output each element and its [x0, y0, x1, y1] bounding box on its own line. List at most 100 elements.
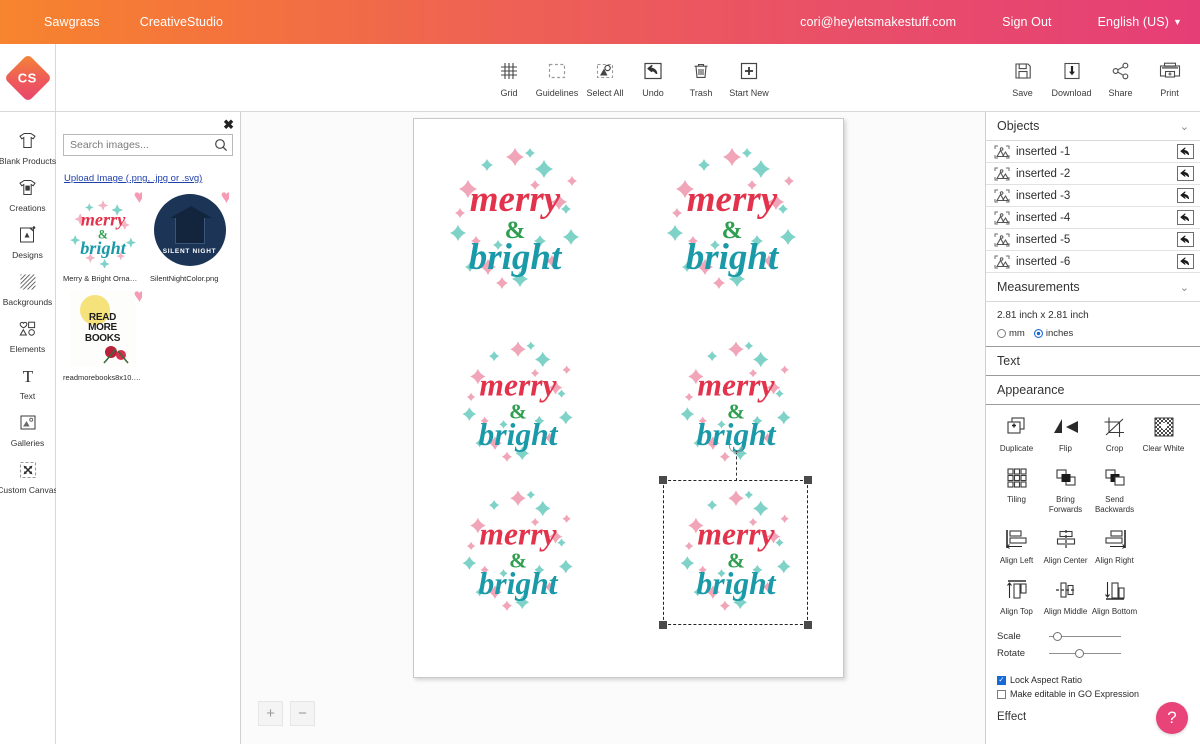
rotate-slider[interactable]	[1049, 648, 1121, 658]
sidebar-item-blank-products[interactable]: Blank Products	[0, 124, 56, 170]
app-link-creativestudio[interactable]: CreativeStudio	[140, 15, 223, 29]
toolbar-button-select-all[interactable]: Select All	[581, 52, 629, 98]
toolbar-button-guidelines[interactable]: Guidelines	[533, 52, 581, 98]
sidebar-item-galleries[interactable]: Galleries	[0, 406, 55, 452]
toolbar-button-print[interactable]: Print	[1145, 52, 1194, 98]
tool-align-bottom[interactable]: Align Bottom	[1090, 577, 1139, 617]
thumbnail-image[interactable]: SILENT NIGHT ♥	[150, 190, 229, 269]
language-selector[interactable]: English (US) ▼	[1098, 15, 1182, 29]
search-icon[interactable]	[210, 138, 232, 152]
rotate-slider-knob[interactable]	[1074, 648, 1084, 658]
tool-align-center[interactable]: Align Center	[1041, 526, 1090, 566]
object-row[interactable]: inserted -1	[986, 141, 1200, 163]
scale-slider-knob[interactable]	[1052, 631, 1062, 641]
brand-link-sawgrass[interactable]: Sawgrass	[44, 15, 100, 29]
svg-text:bright: bright	[469, 237, 563, 278]
help-button[interactable]: ?	[1156, 702, 1188, 734]
object-row[interactable]: inserted -2	[986, 163, 1200, 185]
app-logo[interactable]: CS	[0, 44, 56, 112]
sidebar-item-backgrounds[interactable]: Backgrounds	[0, 265, 55, 311]
radio-mm[interactable]	[997, 329, 1006, 338]
object-row-undo-button[interactable]	[1177, 232, 1194, 247]
tool-label-tiling: Tiling	[1007, 495, 1026, 504]
object-row-undo-button[interactable]	[1177, 210, 1194, 225]
tool-align-left[interactable]: Align Left	[992, 526, 1041, 566]
tool-label-align-left: Align Left	[999, 556, 1034, 565]
toolbar-button-download[interactable]: Download	[1047, 52, 1096, 98]
tool-duplicate[interactable]: Duplicate	[992, 414, 1041, 454]
toolbar-button-save[interactable]: Save	[998, 52, 1047, 98]
toolbar-button-grid[interactable]: Grid	[485, 52, 533, 98]
favorite-heart-icon[interactable]: ♥	[221, 190, 229, 207]
account-email[interactable]: cori@heyletsmakestuff.com	[800, 15, 956, 29]
object-row-undo-button[interactable]	[1177, 188, 1194, 203]
toolbar-button-trash[interactable]: Trash	[677, 52, 725, 98]
sign-out-link[interactable]: Sign Out	[1002, 15, 1051, 29]
object-row-label: inserted -6	[1016, 255, 1071, 268]
tool-align-middle[interactable]: Align Middle	[1041, 577, 1090, 617]
image-object-icon	[994, 255, 1010, 269]
object-row[interactable]: inserted -3	[986, 185, 1200, 207]
selection-box[interactable]	[659, 436, 812, 629]
thumbnail-image[interactable]: merry & bright ♥	[63, 190, 142, 269]
object-row[interactable]: inserted -4	[986, 207, 1200, 229]
thumbnail-item-silent-night[interactable]: SILENT NIGHT ♥ SilentNightColor.png	[150, 190, 229, 283]
thumbnail-item-merry-bright[interactable]: merry & bright ♥ Merry & Bright Ornam...	[63, 190, 142, 283]
close-icon[interactable]: ✖	[223, 118, 234, 131]
tool-tiling[interactable]: Tiling	[992, 465, 1041, 515]
tool-clear-white[interactable]: Clear White	[1139, 414, 1188, 454]
search-images-field[interactable]	[63, 134, 233, 156]
tool-align-right[interactable]: Align Right	[1090, 526, 1139, 566]
resize-handle-bottom-right[interactable]	[804, 621, 812, 629]
chevron-down-icon[interactable]: ⌄	[1180, 120, 1189, 133]
go-expression-checkbox[interactable]	[997, 689, 1006, 699]
canvas-design-inserted5[interactable]: merry & bright	[454, 488, 582, 616]
thumbnail-image[interactable]: READ MORE BOOKS ♥	[63, 289, 142, 368]
resize-handle-top-right[interactable]	[804, 476, 812, 484]
thumbnail-item-read-more-books[interactable]: READ MORE BOOKS ♥ readmorebooks8x10.jpg	[63, 289, 142, 382]
lock-aspect-ratio-row[interactable]: Lock Aspect Ratio	[986, 673, 1200, 687]
object-row[interactable]: inserted -5	[986, 229, 1200, 251]
sidebar-item-text[interactable]: T Text	[0, 359, 55, 405]
text-section-header[interactable]: Text	[986, 347, 1200, 376]
object-row-undo-button[interactable]	[1177, 144, 1194, 159]
object-row[interactable]: inserted -6	[986, 251, 1200, 273]
appearance-section-header[interactable]: Appearance	[986, 376, 1200, 405]
sidebar-item-creations[interactable]: Creations	[0, 171, 55, 217]
search-input[interactable]	[64, 139, 210, 151]
chevron-down-icon[interactable]: ⌄	[1180, 281, 1189, 294]
canvas-design-inserted3[interactable]: merry & bright	[454, 339, 582, 467]
zoom-out-button[interactable]: −	[290, 701, 315, 726]
sidebar-item-elements[interactable]: Elements	[0, 312, 55, 358]
tool-flip[interactable]: Flip	[1041, 414, 1090, 454]
sidebar-item-designs[interactable]: Designs	[0, 218, 55, 264]
measurements-section-header[interactable]: Measurements ⌄	[986, 273, 1200, 302]
tool-bring-forwards[interactable]: Bring Forwards	[1041, 465, 1090, 515]
favorite-heart-icon[interactable]: ♥	[134, 289, 142, 306]
objects-section-header[interactable]: Objects ⌄	[986, 112, 1200, 141]
object-row-undo-button[interactable]	[1177, 166, 1194, 181]
sidebar-item-custom-canvas[interactable]: Custom Canvas	[0, 453, 58, 499]
tool-align-top[interactable]: Align Top	[992, 577, 1041, 617]
resize-handle-bottom-left[interactable]	[659, 621, 667, 629]
canvas-design-inserted1[interactable]: merry & bright	[440, 145, 590, 295]
go-expression-row[interactable]: Make editable in GO Expression	[986, 687, 1200, 701]
radio-inches[interactable]	[1033, 329, 1043, 338]
toolbar-button-share[interactable]: Share	[1096, 52, 1145, 98]
favorite-heart-icon[interactable]: ♥	[134, 190, 142, 207]
objects-list: inserted -1 inserted -2 inserted -3 inserte…	[986, 141, 1200, 273]
canvas-workspace[interactable]: merry & bright merry & bright merry & bright merr…	[241, 112, 985, 744]
tool-send-backwards[interactable]: Send Backwards	[1090, 465, 1139, 515]
object-row-undo-button[interactable]	[1177, 254, 1194, 269]
toolbar-button-start-new[interactable]: Start New	[725, 52, 773, 98]
zoom-in-button[interactable]: +	[258, 701, 283, 726]
resize-handle-top-left[interactable]	[659, 476, 667, 484]
lock-aspect-ratio-checkbox[interactable]	[997, 675, 1006, 685]
scale-slider[interactable]	[1049, 631, 1121, 641]
toolbar-button-undo[interactable]: Undo	[629, 52, 677, 98]
canvas-design-inserted2[interactable]: merry & bright	[657, 145, 807, 295]
canvas-page[interactable]: merry & bright merry & bright merry & bright merr…	[413, 118, 844, 678]
upload-image-link[interactable]: Upload Image (.png, .jpg or .svg)	[64, 173, 202, 184]
tool-crop[interactable]: Crop	[1090, 414, 1139, 454]
svg-text:merry: merry	[470, 179, 561, 220]
